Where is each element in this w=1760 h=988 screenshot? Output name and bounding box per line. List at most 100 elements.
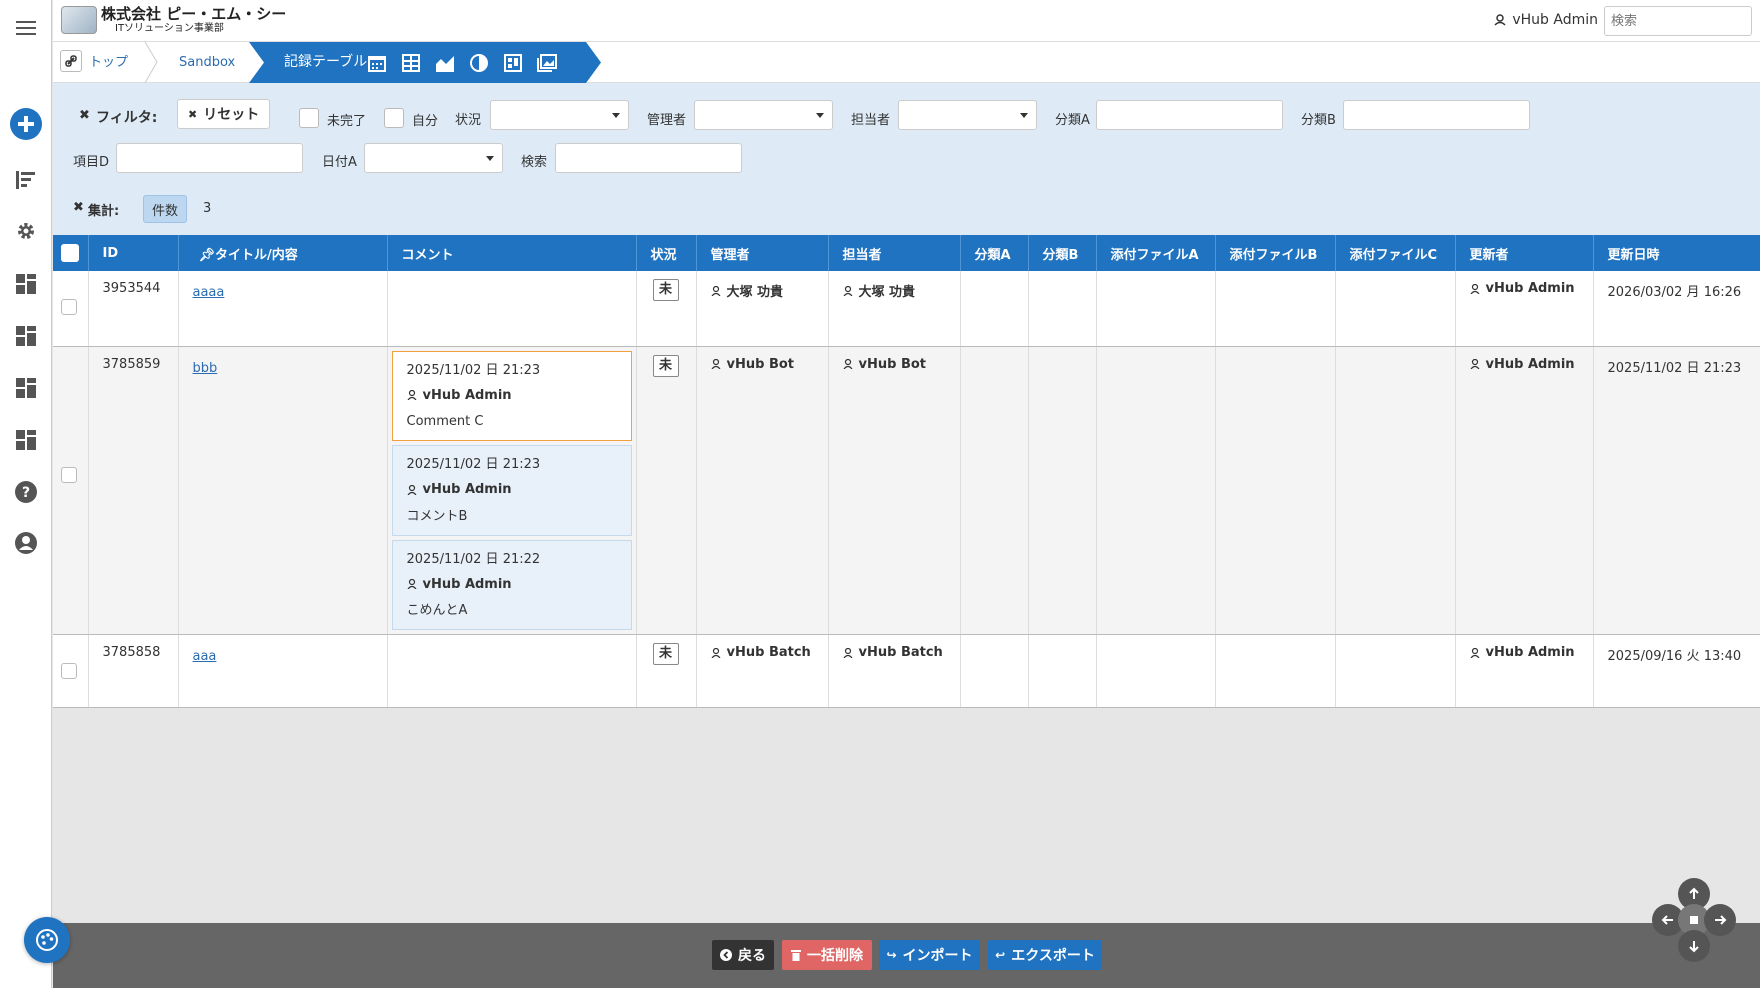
cell-attachment-c [1335,634,1456,708]
select-all-cell [53,235,89,271]
col-status[interactable]: 状況 [636,235,697,271]
dashboard-icon-2[interactable] [0,316,52,356]
date-a-select[interactable] [364,143,503,173]
image-view-icon[interactable] [536,52,558,74]
col-comment[interactable]: コメント [387,235,637,271]
title-link[interactable]: aaa [193,649,217,664]
row-checkbox[interactable] [61,299,77,315]
company-logo[interactable]: 株式会社 ピー・エム・シー ITソリューション事業部 [61,6,286,34]
breadcrumb-home[interactable]: トップ [89,42,128,83]
assignee-select[interactable] [898,100,1037,130]
theme-palette-button[interactable] [24,917,70,963]
col-attachment-a[interactable]: 添付ファイルA [1096,235,1216,271]
comment-text: こめんとA [406,603,468,618]
col-updated[interactable]: 更新日時 [1593,235,1760,271]
import-button[interactable]: ↪ インポート [879,940,980,970]
grid-view-icon[interactable] [400,52,422,74]
cell-category-b [1028,634,1097,708]
select-all-checkbox[interactable] [61,244,79,262]
updater-name: vHub Admin [1485,356,1575,372]
filter-search-input[interactable] [555,143,742,173]
filter-reset-button[interactable]: ✖ リセット [177,99,271,129]
account-icon[interactable] [0,523,52,563]
col-updater[interactable]: 更新者 [1455,235,1594,271]
search-label: 検索 [521,155,548,170]
comment-user: vHub Admin [422,576,512,592]
col-title[interactable]: 📌︎タイトル/内容 [178,235,388,271]
back-button[interactable]: 戻る [712,940,774,970]
status-badge: 未 [652,643,679,665]
mine-label: 自分 [412,114,439,129]
link-icon[interactable] [60,50,82,72]
cell-updated: 2026/03/02 月 16:26 [1593,271,1760,347]
col-id[interactable]: ID [88,235,179,271]
category-b-input[interactable] [1343,100,1530,130]
gear-icon[interactable] [0,211,52,251]
mine-checkbox[interactable] [384,108,404,128]
chart-view-icon[interactable] [434,52,456,74]
table-row[interactable]: 3785858 aaa 未 vHub Batch vHub Batch vHub… [53,634,1760,708]
dashboard-icon-4[interactable] [0,420,52,460]
col-attachment-b[interactable]: 添付ファイルB [1215,235,1336,271]
status-badge: 未 [652,354,679,377]
dashboard-icon-3[interactable] [0,368,52,408]
cell-attachment-a [1096,271,1216,347]
row-checkbox[interactable] [61,466,77,483]
list-icon[interactable] [0,160,52,200]
item-d-input[interactable] [116,143,303,173]
cell-status: 未 [636,346,697,635]
current-user[interactable]: vHub Admin [1494,12,1598,28]
table-row[interactable]: 3953544 aaaa 未 大塚 功貴 大塚 功貴 vHub Admin 20… [53,271,1760,347]
user-icon [1494,14,1506,26]
export-button[interactable]: ↩ エクスポート [988,940,1102,970]
back-circle-icon [720,949,732,961]
user-icon [843,285,852,296]
comment-item[interactable]: 2025/11/02 日 21:23 vHub Admin Comment C [391,350,632,441]
comment-item[interactable]: 2025/11/02 日 21:22 vHub Admin こめんとA [391,539,632,630]
global-search-input[interactable] [1604,6,1752,36]
table-row[interactable]: 3785859 bbb 2025/11/02 日 21:23 vHub Admi… [53,346,1760,635]
status-select[interactable] [490,100,629,130]
cell-id: 3785858 [88,634,179,708]
calendar-view-icon[interactable] [366,52,388,74]
col-category-b[interactable]: 分類B [1028,235,1097,271]
col-category-a[interactable]: 分類A [960,235,1029,271]
manager-select[interactable] [694,100,833,130]
scroll-right-icon[interactable] [1704,904,1736,936]
title-link[interactable]: bbb [193,361,218,376]
table-header-row: ID 📌︎タイトル/内容 コメント 状況 管理者 担当者 分類A 分類B 添付フ… [53,235,1760,271]
bulk-delete-button[interactable]: 一括削除 [782,940,872,970]
comment-item[interactable]: 2025/11/02 日 21:23 vHub Admin コメントB [391,445,632,536]
pin-icon: 📌︎ [198,247,216,263]
scroll-down-icon[interactable] [1678,930,1710,962]
import-arrow-icon: ↪ [886,948,897,962]
col-assignee[interactable]: 担当者 [828,235,961,271]
user-icon [1470,283,1479,294]
incomplete-checkbox[interactable] [299,108,319,128]
current-user-name: vHub Admin [1512,12,1598,28]
category-a-input[interactable] [1096,100,1283,130]
aggregate-count-badge[interactable]: 件数 [143,195,187,223]
row-checkbox-cell [53,271,89,347]
assignee-name: vHub Bot [858,356,927,372]
row-checkbox[interactable] [61,663,77,679]
pie-view-icon[interactable] [468,52,490,74]
manager-label: 管理者 [647,113,687,128]
add-icon[interactable] [0,104,52,144]
filter-close-icon[interactable]: ✖ [79,108,90,123]
aggregate-close-icon[interactable]: ✖ [73,200,84,215]
cell-assignee: vHub Bot [828,346,961,635]
cell-comment: 2025/11/02 日 21:23 vHub Admin Comment C … [387,346,637,635]
col-attachment-c[interactable]: 添付ファイルC [1335,235,1456,271]
dashboard-icon[interactable] [0,264,52,304]
breadcrumb-sandbox[interactable]: Sandbox [179,42,235,83]
help-icon[interactable]: ? [0,472,52,512]
company-name: 株式会社 ピー・エム・シー [101,5,287,24]
cell-assignee: 大塚 功貴 [828,271,961,347]
export-arrow-icon: ↩ [995,948,1006,962]
logo-mark-icon [61,6,97,34]
kanban-view-icon[interactable] [502,52,524,74]
col-manager[interactable]: 管理者 [696,235,829,271]
title-link[interactable]: aaaa [193,285,225,300]
menu-icon[interactable] [0,8,52,48]
